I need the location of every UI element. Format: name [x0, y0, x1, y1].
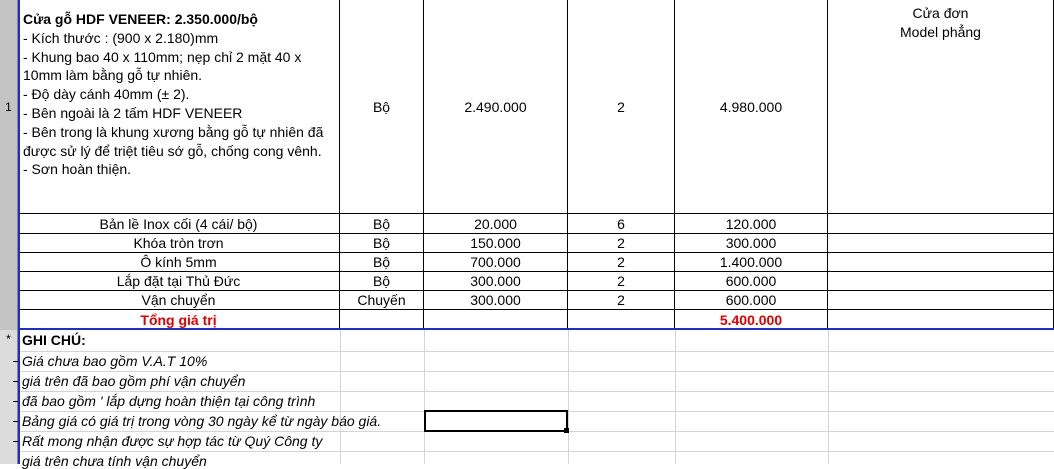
product-description: Cửa gỗ HDF VENEER: 2.350.000/bộ - Kích t…: [23, 10, 337, 179]
desc-line: - Sơn hoàn thiện.: [23, 161, 132, 178]
row-header-items[interactable]: [0, 214, 18, 330]
row-header-notes[interactable]: *: [0, 330, 18, 464]
product-note-cell[interactable]: Cửa đơn Model phẳng: [828, 0, 1054, 214]
notes-heading[interactable]: GHI CHÚ:: [22, 332, 86, 348]
product-price-cell[interactable]: 2.490.000: [424, 0, 568, 214]
item-note-cell[interactable]: [828, 253, 1054, 272]
item-total-cell[interactable]: 600.000: [675, 291, 828, 310]
total-row-cell[interactable]: [828, 310, 1054, 330]
product-qty-cell[interactable]: 2: [568, 0, 675, 214]
row-header-1[interactable]: 1: [0, 0, 18, 214]
desc-line: - Độ dày cánh 40mm (± 2).: [23, 86, 190, 103]
active-cell-selection[interactable]: [424, 410, 568, 432]
item-price-cell[interactable]: 300.000: [424, 272, 568, 291]
item-note-cell[interactable]: [828, 291, 1054, 310]
gridline: [18, 371, 1054, 372]
item-price-cell[interactable]: 700.000: [424, 253, 568, 272]
note-line[interactable]: Bảng giá có giá trị trong vòng 30 ngày k…: [22, 413, 381, 429]
row-marker: *: [6, 332, 11, 346]
item-total-cell[interactable]: 300.000: [675, 234, 828, 253]
desc-line: được sử lý để triệt tiêu sớ gỗ, chống co…: [23, 142, 322, 159]
item-qty-cell[interactable]: 2: [568, 272, 675, 291]
item-unit-cell[interactable]: Bộ: [340, 272, 424, 291]
item-name-cell[interactable]: Bản lề Inox cối (4 cái/ bộ): [18, 214, 340, 234]
product-unit-cell[interactable]: Bộ: [340, 0, 424, 214]
item-price-cell[interactable]: 150.000: [424, 234, 568, 253]
item-unit-cell[interactable]: Bộ: [340, 214, 424, 234]
note-line[interactable]: giá trên đã bao gồm phí vận chuyển: [22, 373, 245, 389]
fill-handle[interactable]: [564, 428, 569, 433]
note-line[interactable]: Giá chưa bao gồm V.A.T 10%: [22, 353, 207, 369]
item-name-cell[interactable]: Ô kính 5mm: [18, 253, 340, 272]
note-line: Cửa đơn: [912, 5, 969, 21]
item-qty-cell[interactable]: 2: [568, 234, 675, 253]
item-total-cell[interactable]: 1.400.000: [675, 253, 828, 272]
note-line[interactable]: đã bao gồm ' lắp dựng hoàn thiện tại côn…: [22, 393, 315, 409]
row-number: 1: [5, 100, 12, 114]
item-unit-cell[interactable]: Chuyến: [340, 291, 424, 310]
page-break-line: [18, 328, 1054, 330]
desc-line: - Kích thước : (900 x 2.180)mm: [23, 29, 219, 46]
grand-total-label[interactable]: Tổng giá trị: [18, 310, 340, 330]
note-line[interactable]: Rất mong nhận được sự hợp tác từ Quý Côn…: [22, 433, 322, 449]
item-unit-cell[interactable]: Bộ: [340, 234, 424, 253]
desc-line: - Khung bao 40 x 110mm; nẹp chỉ 2 mặt 40…: [23, 48, 302, 65]
note-line[interactable]: giá trên chưa tính vận chuyển: [22, 453, 207, 469]
total-row-cell[interactable]: [568, 310, 675, 330]
product-title: Cửa gỗ HDF VENEER: 2.350.000/bộ: [23, 11, 258, 27]
item-name-cell[interactable]: Khóa tròn trơn: [18, 234, 340, 253]
item-unit-cell[interactable]: Bộ: [340, 253, 424, 272]
item-name-cell[interactable]: Vận chuyển: [18, 291, 340, 310]
item-qty-cell[interactable]: 2: [568, 253, 675, 272]
item-note-cell[interactable]: [828, 214, 1054, 234]
item-price-cell[interactable]: 300.000: [424, 291, 568, 310]
desc-line: - Bên trong là khung xương bằng gỗ tự nh…: [23, 123, 324, 140]
gridline: [18, 451, 1054, 452]
grand-total-value[interactable]: 5.400.000: [675, 310, 828, 330]
page-break-line: [18, 0, 20, 464]
item-total-cell[interactable]: 600.000: [675, 272, 828, 291]
product-total-cell[interactable]: 4.980.000: [675, 0, 828, 214]
item-note-cell[interactable]: [828, 234, 1054, 253]
item-qty-cell[interactable]: 2: [568, 291, 675, 310]
total-row-cell[interactable]: [340, 310, 424, 330]
total-row-cell[interactable]: [424, 310, 568, 330]
item-note-cell[interactable]: [828, 272, 1054, 291]
gridline: [18, 351, 1054, 352]
spreadsheet[interactable]: 1 * Cửa gỗ HDF VENEER: 2.350.000/bộ - Kí…: [0, 0, 1054, 469]
desc-line: - Bên ngoài là 2 tấm HDF VENEER: [23, 104, 243, 121]
gridline: [18, 391, 1054, 392]
item-qty-cell[interactable]: 6: [568, 214, 675, 234]
item-price-cell[interactable]: 20.000: [424, 214, 568, 234]
item-total-cell[interactable]: 120.000: [675, 214, 828, 234]
desc-line: 10mm làm bằng gỗ tự nhiên.: [23, 67, 203, 84]
note-line: Model phẳng: [900, 24, 981, 40]
item-name-cell[interactable]: Lắp đặt tại Thủ Đức: [18, 272, 340, 291]
